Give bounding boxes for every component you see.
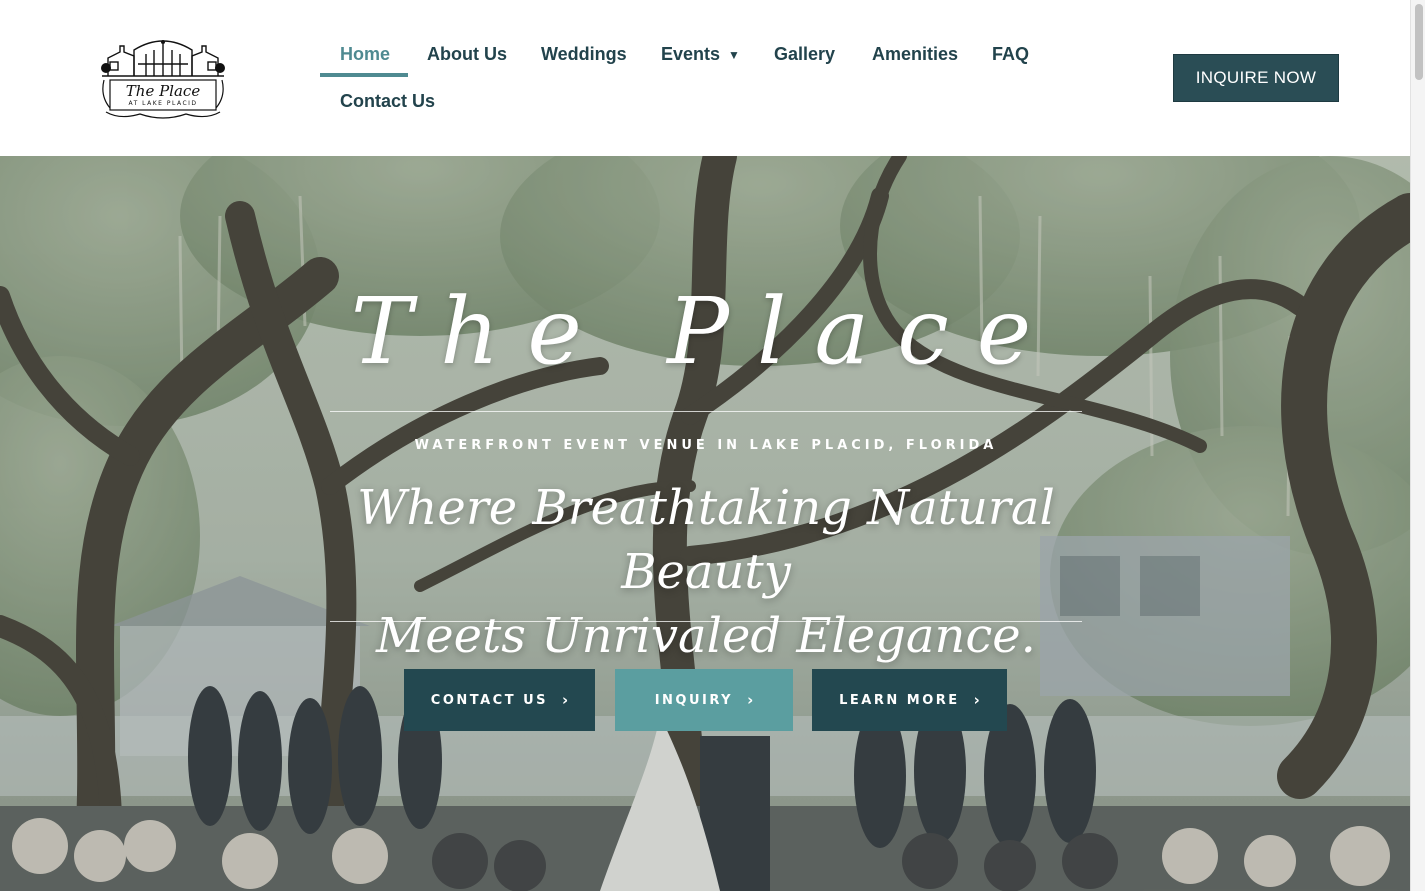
hero-script-title: The Place xyxy=(350,278,1060,385)
logo-wordmark: The Place xyxy=(125,82,201,100)
scrollbar-thumb[interactable] xyxy=(1415,4,1423,80)
nav-weddings-label: Weddings xyxy=(541,44,627,64)
nav-about-us-label: About Us xyxy=(427,44,507,64)
hero-tagline: Where Breathtaking Natural Beauty Meets … xyxy=(300,476,1112,668)
nav-about-us[interactable]: About Us xyxy=(427,44,507,65)
logo-subtext: AT LAKE PLACID xyxy=(128,100,198,107)
learn-more-button[interactable]: LEARN MORE › xyxy=(812,669,1007,731)
inquiry-button[interactable]: INQUIRY › xyxy=(615,669,793,731)
chevron-down-icon: ▼ xyxy=(728,48,740,62)
active-nav-indicator xyxy=(320,73,408,77)
nav-amenities-label: Amenities xyxy=(872,44,959,64)
inquire-now-button[interactable]: INQUIRE NOW xyxy=(1173,54,1339,102)
hero-subtitle: WATERFRONT EVENT VENUE IN LAKE PLACID, F… xyxy=(414,438,998,453)
chevron-right-icon: › xyxy=(562,691,569,709)
nav-home-label: Home xyxy=(340,44,391,64)
learn-more-button-label: LEARN MORE xyxy=(839,692,960,708)
nav-events-label: Events xyxy=(661,44,721,64)
logo-emblem-icon xyxy=(101,40,225,119)
nav-contact-us-label: Contact Us xyxy=(340,91,436,111)
contact-us-button[interactable]: CONTACT US › xyxy=(404,669,595,731)
chevron-right-icon: › xyxy=(973,691,980,709)
nav-events[interactable]: Events ▼ xyxy=(661,44,740,65)
hero-section: The Place WATERFRONT EVENT VENUE IN LAKE… xyxy=(0,156,1410,891)
hero-divider-bottom xyxy=(330,621,1082,622)
nav-weddings[interactable]: Weddings xyxy=(541,44,627,65)
nav-gallery[interactable]: Gallery xyxy=(774,44,835,65)
nav-contact-us[interactable]: Contact Us xyxy=(340,91,435,112)
inquiry-button-label: INQUIRY xyxy=(654,692,734,708)
nav-faq[interactable]: FAQ xyxy=(992,44,1029,65)
venue-logo[interactable]: The Place AT LAKE PLACID xyxy=(100,36,226,120)
nav-home[interactable]: Home xyxy=(340,44,390,65)
hero-divider-top xyxy=(330,411,1082,412)
hero-tagline-line-2: Meets Unrivaled Elegance. xyxy=(376,608,1036,664)
nav-gallery-label: Gallery xyxy=(774,44,836,64)
page-scrollbar[interactable] xyxy=(1410,0,1425,891)
site-header: The Place AT LAKE PLACID Home About Us W… xyxy=(0,0,1410,156)
nav-amenities[interactable]: Amenities xyxy=(872,44,958,65)
hero-tagline-line-1: Where Breathtaking Natural Beauty xyxy=(357,480,1055,600)
chevron-right-icon: › xyxy=(747,691,754,709)
nav-faq-label: FAQ xyxy=(992,44,1030,64)
contact-us-button-label: CONTACT US xyxy=(430,692,549,708)
